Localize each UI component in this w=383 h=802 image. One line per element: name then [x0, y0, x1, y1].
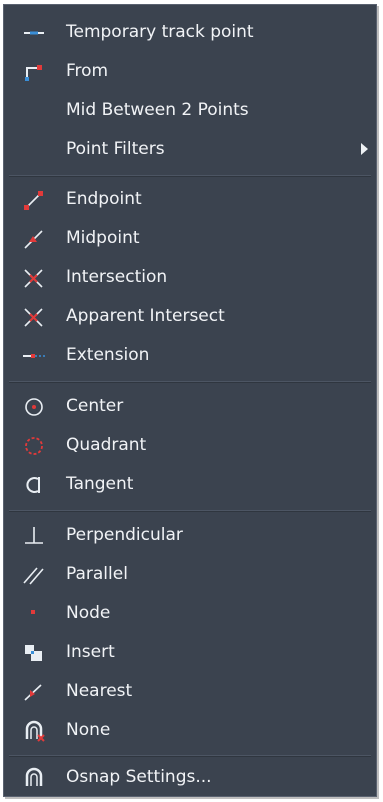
menu-item-label: Node — [66, 603, 111, 623]
nearest-icon — [21, 680, 47, 704]
menu-item-label: Tangent — [66, 474, 134, 494]
menu-item-node[interactable]: Node — [4, 596, 376, 632]
menu-item-label: Center — [66, 396, 124, 416]
menu-item-none[interactable]: None — [4, 713, 376, 749]
perpendicular-icon — [21, 524, 47, 548]
menu-item-label: Parallel — [66, 564, 128, 584]
menu-item-label: Apparent Intersect — [66, 306, 225, 326]
intersection-icon — [21, 266, 47, 290]
temporary-track-point-icon — [21, 21, 47, 45]
object-snap-context-menu: Temporary track point From Mid Between 2… — [3, 4, 377, 797]
tangent-icon — [21, 473, 47, 497]
center-icon — [21, 395, 47, 419]
node-icon — [21, 602, 47, 626]
menu-separator — [9, 755, 371, 757]
menu-item-intersection[interactable]: Intersection — [4, 260, 376, 296]
menu-item-midpoint[interactable]: Midpoint — [4, 221, 376, 257]
quadrant-icon — [21, 434, 47, 458]
menu-item-label: None — [66, 720, 111, 740]
menu-item-osnap-settings[interactable]: Osnap Settings... — [4, 760, 376, 796]
menu-item-quadrant[interactable]: Quadrant — [4, 428, 376, 464]
none-icon — [21, 719, 47, 743]
menu-item-point-filters[interactable]: Point Filters — [4, 132, 376, 168]
menu-item-parallel[interactable]: Parallel — [4, 557, 376, 593]
menu-item-perpendicular[interactable]: Perpendicular — [4, 518, 376, 554]
menu-separator — [9, 381, 371, 383]
menu-item-label: Endpoint — [66, 189, 142, 209]
menu-item-label: Perpendicular — [66, 525, 183, 545]
midpoint-icon — [21, 227, 47, 251]
endpoint-icon — [21, 188, 47, 212]
extension-icon — [21, 344, 47, 368]
menu-item-label: Mid Between 2 Points — [66, 100, 249, 120]
menu-item-label: Quadrant — [66, 435, 147, 455]
menu-item-label: Osnap Settings... — [66, 767, 212, 787]
submenu-arrow-icon — [361, 143, 368, 155]
apparent-intersect-icon — [21, 305, 47, 329]
menu-item-tangent[interactable]: Tangent — [4, 467, 376, 503]
menu-item-label: Temporary track point — [66, 22, 254, 42]
menu-item-apparent-intersect[interactable]: Apparent Intersect — [4, 299, 376, 335]
menu-item-temporary-track-point[interactable]: Temporary track point — [4, 15, 376, 51]
menu-item-extension[interactable]: Extension — [4, 338, 376, 374]
parallel-icon — [21, 563, 47, 587]
menu-item-label: Nearest — [66, 681, 133, 701]
menu-item-mid-between-2-points[interactable]: Mid Between 2 Points — [4, 93, 376, 129]
menu-item-label: Point Filters — [66, 139, 165, 159]
menu-separator — [9, 175, 371, 177]
insert-icon — [21, 641, 47, 665]
menu-item-label: Extension — [66, 345, 150, 365]
menu-separator — [9, 510, 371, 512]
menu-item-label: Insert — [66, 642, 115, 662]
menu-item-from[interactable]: From — [4, 54, 376, 90]
osnap-settings-icon — [21, 766, 47, 790]
menu-item-label: From — [66, 61, 109, 81]
menu-item-nearest[interactable]: Nearest — [4, 674, 376, 710]
from-icon — [21, 60, 47, 84]
menu-item-center[interactable]: Center — [4, 389, 376, 425]
menu-item-insert[interactable]: Insert — [4, 635, 376, 671]
menu-item-label: Midpoint — [66, 228, 140, 248]
menu-item-label: Intersection — [66, 267, 168, 287]
menu-item-endpoint[interactable]: Endpoint — [4, 182, 376, 218]
